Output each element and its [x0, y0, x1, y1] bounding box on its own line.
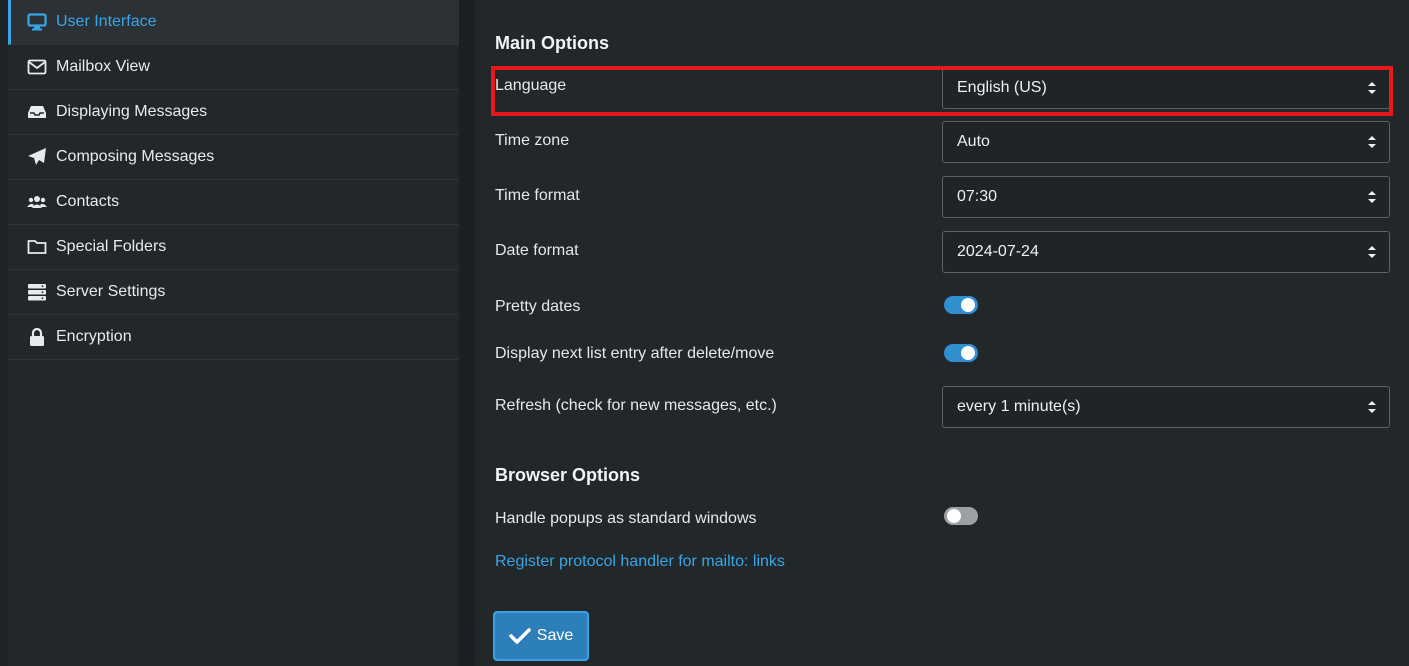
- sidebar-item-composing-messages[interactable]: Composing Messages: [8, 135, 459, 180]
- settings-sidebar: User Interface Mailbox View Displaying M…: [0, 0, 459, 666]
- register-protocol-link[interactable]: Register protocol handler for mailto: li…: [495, 553, 785, 571]
- sidebar-item-label: Composing Messages: [56, 148, 215, 165]
- sidebar-item-label: Server Settings: [56, 283, 166, 300]
- main-options-title: Main Options: [495, 33, 609, 53]
- pretty-dates-label: Pretty dates: [495, 298, 581, 315]
- save-button[interactable]: Save: [493, 611, 589, 661]
- select-caret-icon: [1368, 82, 1376, 94]
- sidebar-item-label: Displaying Messages: [56, 103, 208, 120]
- sidebar-item-encryption[interactable]: Encryption: [8, 315, 459, 360]
- popups-toggle[interactable]: [944, 507, 978, 525]
- select-caret-icon: [1368, 246, 1376, 258]
- sidebar-item-label: Special Folders: [56, 238, 167, 255]
- folder-icon: [26, 236, 48, 258]
- language-value: English (US): [957, 79, 1047, 96]
- sidebar-item-label: Encryption: [56, 328, 132, 345]
- popups-label: Handle popups as standard windows: [495, 510, 757, 527]
- select-caret-icon: [1368, 191, 1376, 203]
- sidebar-item-label: Mailbox View: [56, 58, 150, 75]
- display-next-label: Display next list entry after delete/mov…: [495, 345, 775, 362]
- select-caret-icon: [1368, 136, 1376, 148]
- language-select[interactable]: English (US): [942, 67, 1390, 109]
- date-format-label: Date format: [495, 242, 579, 259]
- sidebar-item-label: User Interface: [56, 13, 157, 30]
- sidebar-item-contacts[interactable]: Contacts: [8, 180, 459, 225]
- pretty-dates-toggle[interactable]: [944, 296, 978, 314]
- time-format-select[interactable]: 07:30: [942, 176, 1390, 218]
- refresh-select[interactable]: every 1 minute(s): [942, 386, 1390, 428]
- date-format-select[interactable]: 2024-07-24: [942, 231, 1390, 273]
- time-format-value: 07:30: [957, 188, 998, 205]
- timezone-label: Time zone: [495, 132, 570, 149]
- date-format-value: 2024-07-24: [957, 243, 1039, 260]
- envelope-icon: [26, 56, 48, 78]
- timezone-select[interactable]: Auto: [942, 121, 1390, 163]
- timezone-value: Auto: [957, 133, 990, 150]
- browser-options-title: Browser Options: [495, 465, 641, 485]
- sidebar-item-mailbox-view[interactable]: Mailbox View: [8, 45, 459, 90]
- sidebar-item-special-folders[interactable]: Special Folders: [8, 225, 459, 270]
- lock-icon: [26, 326, 48, 348]
- paper-plane-icon: [26, 146, 48, 168]
- language-label: Language: [495, 77, 567, 94]
- sidebar-item-displaying-messages[interactable]: Displaying Messages: [8, 90, 459, 135]
- panel-divider: [459, 0, 475, 666]
- sidebar-item-server-settings[interactable]: Server Settings: [8, 270, 459, 315]
- users-icon: [26, 191, 48, 213]
- inbox-tray-icon: [26, 101, 48, 123]
- select-caret-icon: [1368, 401, 1376, 413]
- server-icon: [26, 281, 48, 303]
- sidebar-item-user-interface[interactable]: User Interface: [8, 0, 459, 45]
- refresh-value: every 1 minute(s): [957, 398, 1081, 415]
- refresh-label: Refresh (check for new messages, etc.): [495, 397, 777, 414]
- sidebar-item-label: Contacts: [56, 193, 120, 210]
- time-format-label: Time format: [495, 187, 580, 204]
- display-next-toggle[interactable]: [944, 344, 978, 362]
- monitor-icon: [26, 11, 48, 33]
- save-button-label: Save: [536, 627, 574, 644]
- settings-main-panel: Main Options Language English (US) Time …: [475, 0, 1409, 666]
- checkmark-icon: [509, 628, 531, 644]
